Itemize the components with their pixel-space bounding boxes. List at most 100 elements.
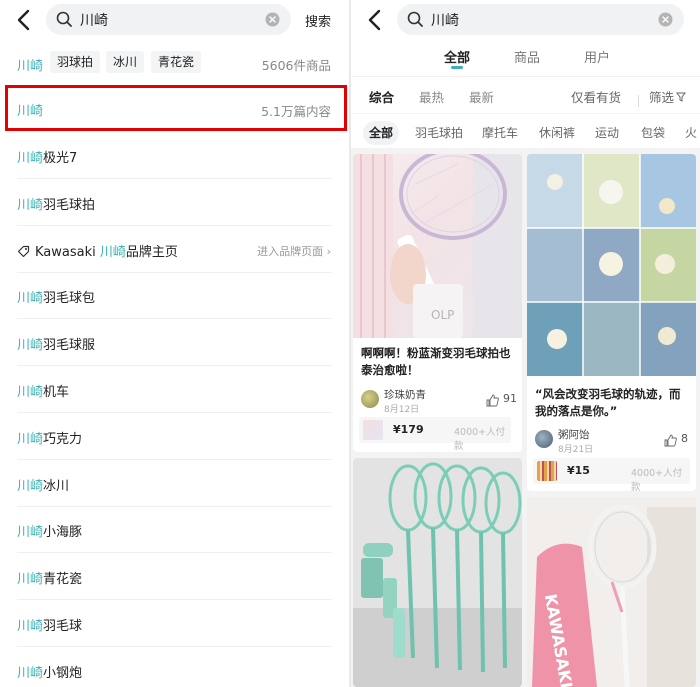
suggestion-row[interactable]: 川崎青花瓷 <box>0 554 349 601</box>
suggestion-rest: 极光7 <box>43 151 78 166</box>
clear-icon[interactable] <box>265 12 280 31</box>
linked-product[interactable]: ¥15 4000+人付款 <box>533 458 690 491</box>
sort-hottest[interactable]: 最热 <box>419 87 444 106</box>
related-chips: 川崎 羽球拍 冰川 青花瓷 5606件商品 <box>0 49 349 77</box>
note-card[interactable] <box>353 458 522 687</box>
suggestion-rest: 羽毛球包 <box>43 291 96 307</box>
suggestion-keyword: 川崎 <box>17 572 44 588</box>
suggestion-row[interactable]: 川崎小钢炮 <box>0 648 349 687</box>
suggestion-row[interactable]: 川崎冰川 <box>0 461 349 507</box>
suggestion-rest: 羽毛球 <box>43 619 83 634</box>
divider <box>351 76 700 77</box>
author-name[interactable]: 粥阿饴 <box>558 427 590 442</box>
tab-goods[interactable]: 商品 <box>514 47 540 66</box>
suggestion-keyword: 川崎 <box>17 197 44 213</box>
tab-users[interactable]: 用户 <box>584 47 610 66</box>
category-chip[interactable]: 包袋 <box>635 121 671 145</box>
like-icon[interactable] <box>486 392 499 411</box>
search-button[interactable]: 搜索 <box>305 11 331 30</box>
suggestion-rest: 羽毛球拍 <box>43 197 96 213</box>
suggestion-keyword: 川崎 <box>17 385 44 400</box>
suggestion-rest: 小海豚 <box>43 525 83 541</box>
results-header: 川崎 全部 商品 用户 综合 最热 最新 仅看有货 筛选 全部 羽毛球拍 摩托车… <box>351 0 700 148</box>
suggestion-row[interactable]: 川崎羽毛球 <box>0 601 349 647</box>
back-icon[interactable] <box>365 8 387 36</box>
category-chip[interactable]: 羽毛球拍 <box>409 121 469 145</box>
suggestion-keyword: 川崎 <box>17 478 44 494</box>
divider <box>351 113 700 114</box>
brand-page-link[interactable]: 进入品牌页面 › <box>257 243 331 259</box>
in-stock-toggle[interactable]: 仅看有货 <box>571 87 621 106</box>
suggestion-row[interactable]: 川崎机车 <box>0 367 349 413</box>
goods-count[interactable]: 5606件商品 <box>262 55 331 74</box>
chip-item[interactable]: 青花瓷 <box>151 51 202 73</box>
suggestion-keyword: 川崎 <box>17 665 44 681</box>
product-buyers: 4000+人付款 <box>454 427 506 452</box>
note-card[interactable]: KAWASAKI <box>527 497 696 687</box>
divider <box>638 95 639 107</box>
tab-all[interactable]: 全部 <box>444 47 470 66</box>
suggestion-row[interactable]: 川崎小海豚 <box>0 507 349 554</box>
category-chip[interactable]: 摩托车 <box>476 121 524 145</box>
note-date: 8月21日 <box>558 445 594 455</box>
tab-underline <box>451 66 463 69</box>
category-chip[interactable]: 火 <box>679 121 700 145</box>
suggestion-text: 川崎机车 <box>17 381 69 400</box>
suggestion-text: 川崎冰川 <box>17 475 69 494</box>
product-buyers: 4000+人付款 <box>631 468 683 491</box>
note-title: “风会改变羽毛球的轨迹，而我的落点是你。” <box>535 387 681 418</box>
chip-item[interactable]: 羽球拍 <box>50 51 101 73</box>
linked-product[interactable]: ¥179 4000+人付款 <box>359 417 511 452</box>
search-input[interactable]: 川崎 <box>46 4 291 35</box>
note-card[interactable]: OLP 啊啊啊！粉蓝渐变羽毛球拍也泰治愈啦！ 珍珠奶青 8月12日 91 ¥17… <box>353 154 522 452</box>
note-card[interactable]: “风会改变羽毛球的轨迹，而我的落点是你。” 粥阿饴 8月21日 8 ¥15 40… <box>527 154 696 491</box>
suggestion-row[interactable]: 川崎羽毛球拍 <box>0 180 349 226</box>
avatar[interactable] <box>535 430 553 448</box>
suggestion-row[interactable]: Kawasaki 川崎品牌主页 进入品牌页面 › <box>0 227 349 273</box>
sort-comprehensive[interactable]: 综合 <box>369 87 394 106</box>
search-query-text: 川崎 <box>80 13 108 29</box>
suggestion-rest: 冰川 <box>43 478 70 494</box>
category-chip[interactable]: 运动 <box>589 121 625 145</box>
suggestion-text: 川崎羽毛球拍 <box>17 194 95 213</box>
avatar[interactable] <box>361 390 379 408</box>
search-icon <box>56 11 73 32</box>
suggestion-row[interactable]: 川崎巧克力 <box>0 414 349 460</box>
category-chip[interactable]: 休闲裤 <box>533 121 581 145</box>
sort-newest[interactable]: 最新 <box>469 87 494 106</box>
like-count: 8 <box>681 432 688 445</box>
suggestion-text: 川崎青花瓷 <box>17 568 82 587</box>
note-date: 8月12日 <box>384 405 420 415</box>
suggestion-rest: 小钢炮 <box>43 665 83 681</box>
search-query-text: 川崎 <box>431 13 459 29</box>
suggestion-text: 川崎小海豚 <box>17 521 82 540</box>
suggestion-row[interactable]: 川崎羽毛球包 <box>0 273 349 320</box>
filter-icon <box>676 90 687 105</box>
category-all[interactable]: 全部 <box>363 121 400 145</box>
chip-item[interactable]: 冰川 <box>106 51 145 73</box>
back-icon[interactable] <box>14 8 36 32</box>
suggestion-text: 川崎小钢炮 <box>17 662 82 681</box>
product-price: ¥179 <box>393 423 424 436</box>
suggestion-keyword: 川崎 <box>17 291 44 307</box>
suggestion-rest: 品牌主页 <box>125 244 178 260</box>
suggestion-keyword: 川崎 <box>17 619 44 634</box>
like-icon[interactable] <box>664 432 677 451</box>
search-header: 川崎 搜索 <box>0 0 349 42</box>
brand-tag-icon <box>17 245 30 262</box>
suggestion-row[interactable]: 川崎羽毛球服 <box>0 320 349 367</box>
suggestion-prefix: Kawasaki <box>35 244 100 260</box>
search-input[interactable]: 川崎 <box>397 4 684 35</box>
product-thumbnail <box>537 461 557 481</box>
filter-button[interactable]: 筛选 <box>649 87 687 106</box>
clear-icon[interactable] <box>658 12 673 31</box>
author-name[interactable]: 珍珠奶青 <box>384 387 426 402</box>
search-suggest-panel: 川崎 搜索 川崎 羽球拍 冰川 青花瓷 5606件商品 川崎 5.1万篇内容 川… <box>0 0 349 687</box>
suggestion-rest: 羽毛球服 <box>43 338 96 354</box>
suggestion-keyword: 川崎 <box>17 338 44 354</box>
search-results-panel: 川崎 全部 商品 用户 综合 最热 最新 仅看有货 筛选 全部 羽毛球拍 摩托车… <box>351 0 700 687</box>
suggestion-rest: 机车 <box>43 385 70 400</box>
suggestion-row[interactable]: 川崎极光7 <box>0 133 349 179</box>
chip-keyword[interactable]: 川崎 <box>17 55 43 74</box>
suggestion-text: 川崎巧克力 <box>17 428 82 447</box>
